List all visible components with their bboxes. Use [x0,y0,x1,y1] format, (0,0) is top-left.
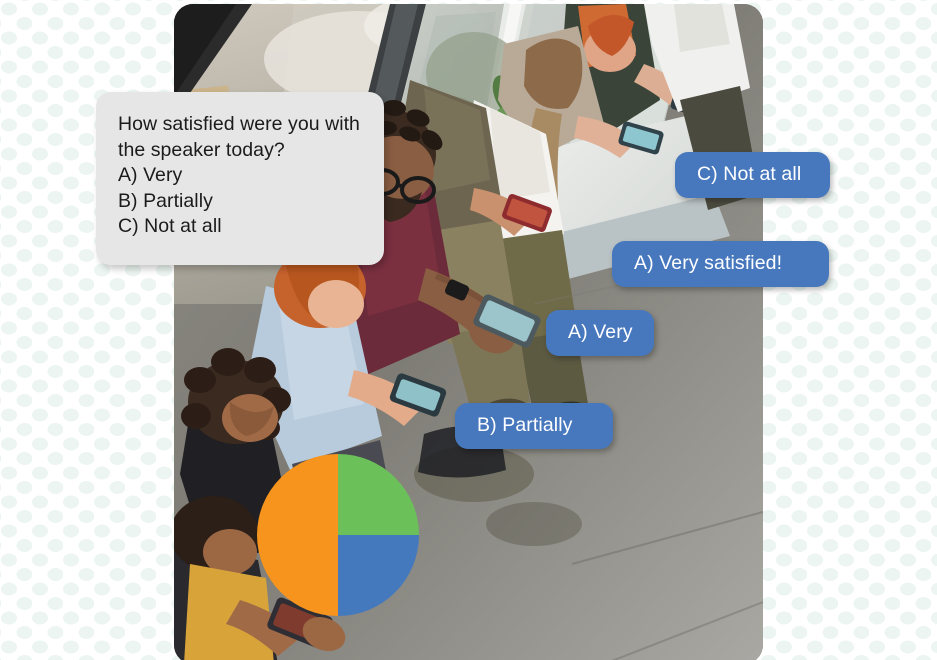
results-pie-chart [257,454,419,616]
question-option-b: B) Partially [118,189,213,212]
pie-slice-b-partially [338,535,419,616]
pie-slices [257,454,419,616]
chat-bubble-c-not-at-all: C) Not at all [675,152,830,198]
slide-canvas: How satisfied were you with the speaker … [0,0,937,660]
question-option-c: C) Not at all [118,215,222,237]
chat-bubble-b-partially-text: B) Partially [477,414,573,437]
question-line-2: the speaker today? [118,138,285,161]
chat-bubble-b-partially: B) Partially [455,403,613,449]
chat-bubble-a-very-text: A) Very [568,321,633,344]
chat-bubble-a-very: A) Very [546,310,654,356]
pie-slice-c-not-at-all [257,454,338,616]
chat-bubble-c-not-at-all-text: C) Not at all [697,163,802,186]
pie-slice-a-very [338,454,419,535]
question-option-a: A) Very [118,164,183,186]
question-card: How satisfied were you with the speaker … [96,92,384,265]
pie-chart-svg [257,454,419,616]
chat-bubble-a-very-satisfied: A) Very satisfied! [612,241,829,287]
chat-bubble-a-very-satisfied-text: A) Very satisfied! [634,252,783,275]
question-line-1: How satisfied were you with [118,113,360,135]
